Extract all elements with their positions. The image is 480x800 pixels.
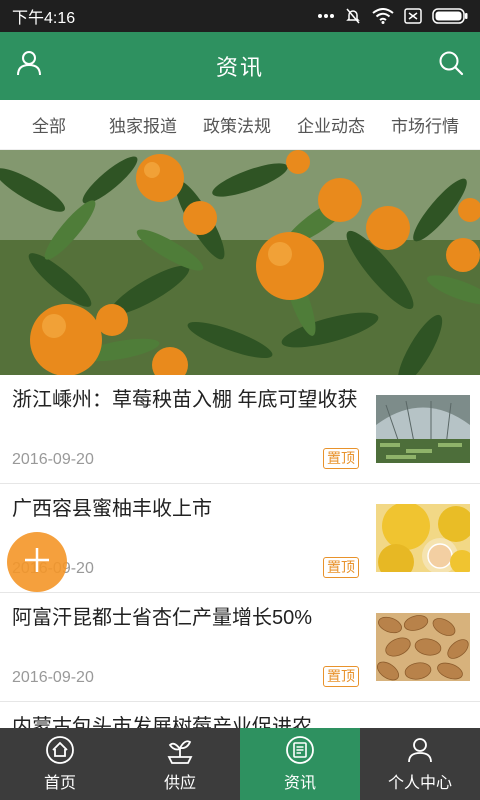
news-date: 2016-09-20 (12, 669, 94, 686)
news-item[interactable]: 浙江嵊州：草莓秧苗入棚 年底可望收获 2016-09-20 置顶 (0, 375, 480, 484)
news-title: 内蒙古包头市发展树莓产业促进农 (12, 716, 312, 728)
plus-icon (22, 545, 52, 580)
mute-icon (344, 7, 362, 25)
home-icon (45, 735, 75, 765)
news-thumb-almond-photo (376, 613, 470, 681)
news-title: 阿富汗昆都士省杏仁产量增长50% (12, 607, 313, 629)
battery-icon (432, 8, 468, 24)
news-thumb-greenhouse-photo (376, 395, 470, 463)
supply-icon (165, 735, 195, 765)
news-date: 2016-09-20 (12, 451, 94, 468)
tab-policy[interactable]: 政策法规 (190, 112, 284, 137)
dots-icon (318, 13, 334, 19)
tab-company[interactable]: 企业动态 (284, 112, 378, 137)
news-item[interactable]: 广西容县蜜柚丰收上市 2016-09-20 置顶 (0, 484, 480, 593)
category-tabs: 全部 独家报道 政策法规 企业动态 市场行情 (0, 100, 480, 150)
news-list: 浙江嵊州：草莓秧苗入棚 年底可望收获 2016-09-20 置顶 广西容县蜜柚丰… (0, 375, 480, 728)
news-title: 浙江嵊州：草莓秧苗入棚 年底可望收获 (12, 389, 358, 411)
pinned-badge: 置顶 (323, 666, 359, 687)
app-bar: 资讯 (0, 32, 480, 100)
news-thumb-pomelo-photo (376, 504, 470, 572)
pinned-badge: 置顶 (323, 557, 359, 578)
nav-profile-label: 个人中心 (387, 775, 452, 792)
news-item[interactable]: 阿富汗昆都士省杏仁产量增长50% 2016-09-20 置顶 (0, 593, 480, 702)
status-bar: 下午4:16 (0, 0, 480, 32)
tab-all[interactable]: 全部 (0, 112, 96, 137)
nav-news-label: 资讯 (283, 775, 316, 792)
nav-supply-label: 供应 (163, 775, 196, 792)
news-icon (285, 735, 315, 765)
tab-exclusive[interactable]: 独家报道 (96, 112, 190, 137)
bottom-nav: 首页 供应 资讯 个人中心 (0, 728, 480, 800)
nav-home[interactable]: 首页 (0, 728, 120, 800)
add-button[interactable] (7, 532, 67, 592)
status-icons (318, 7, 468, 25)
banner-orange-tree-photo[interactable] (0, 150, 480, 375)
profile-icon (405, 735, 435, 765)
pinned-badge: 置顶 (323, 448, 359, 469)
search-icon (438, 50, 464, 81)
news-item[interactable]: 内蒙古包头市发展树莓产业促进农 (0, 702, 480, 728)
sim-icon (404, 8, 422, 24)
status-time: 下午4:16 (12, 10, 76, 27)
search-button[interactable] (434, 48, 468, 82)
nav-profile[interactable]: 个人中心 (360, 728, 480, 800)
wifi-icon (372, 8, 394, 24)
page-title: 资讯 (215, 55, 264, 80)
nav-home-label: 首页 (43, 775, 76, 792)
nav-supply[interactable]: 供应 (120, 728, 240, 800)
nav-news[interactable]: 资讯 (240, 728, 360, 800)
user-button[interactable] (12, 48, 46, 82)
news-title: 广西容县蜜柚丰收上市 (12, 498, 212, 520)
tab-market[interactable]: 市场行情 (378, 112, 472, 137)
user-icon (15, 49, 43, 82)
